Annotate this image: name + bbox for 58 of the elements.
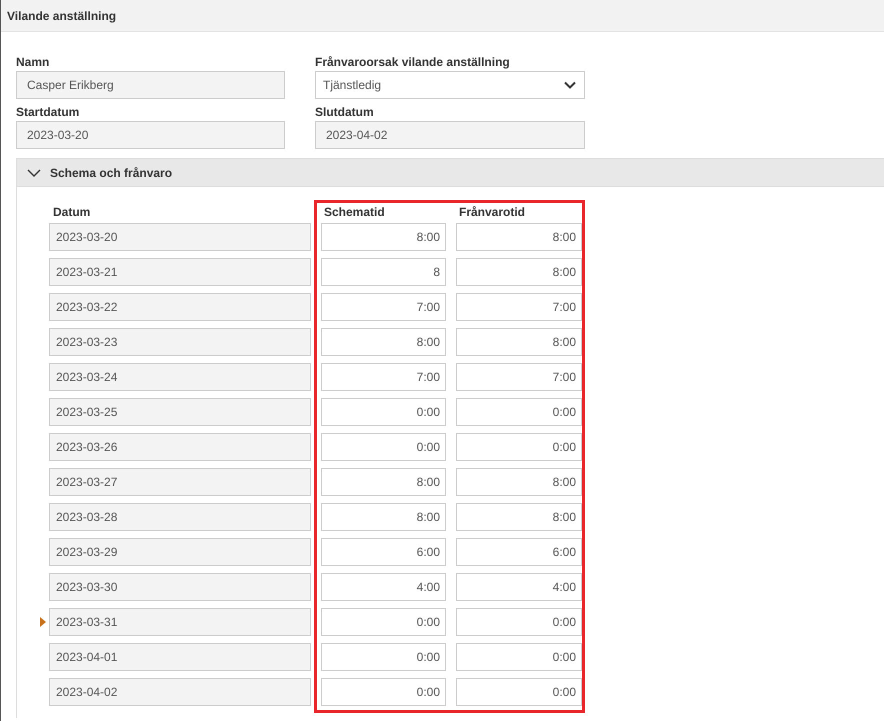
reason-dropdown[interactable]: Tjänstledig <box>315 71 585 99</box>
chevron-down-icon <box>564 81 576 89</box>
start-date-field[interactable]: 2023-03-20 <box>16 121 285 149</box>
date-field[interactable]: 2023-03-22 <box>49 293 311 321</box>
section-title: Schema och frånvaro <box>50 166 172 180</box>
field-label: Namn <box>16 54 50 71</box>
absence-time-field[interactable]: 7:00 <box>456 363 582 391</box>
date-field[interactable]: 2023-03-20 <box>49 223 311 251</box>
scheduled-time-field[interactable]: 8:00 <box>321 223 446 251</box>
scheduled-time-field[interactable]: 8 <box>321 258 446 286</box>
field-label: Frånvaroorsak vilande anställning <box>315 54 510 71</box>
date-field[interactable]: 2023-03-24 <box>49 363 311 391</box>
section-header[interactable]: Schema och frånvaro <box>17 159 884 187</box>
date-field[interactable]: 2023-03-29 <box>49 538 311 566</box>
panel-title: Vilande anställning <box>7 8 116 22</box>
absence-time-field[interactable]: 4:00 <box>456 573 582 601</box>
field-label: Startdatum <box>16 104 80 121</box>
date-field[interactable]: 2023-04-01 <box>49 643 311 671</box>
scheduled-time-field[interactable]: 8:00 <box>321 468 446 496</box>
absence-time-field[interactable]: 6:00 <box>456 538 582 566</box>
name-field[interactable]: Casper Erikberg <box>16 71 285 99</box>
chevron-down-icon <box>27 168 41 176</box>
scheduled-time-field[interactable]: 0:00 <box>321 678 446 706</box>
scheduled-time-field[interactable]: 0:00 <box>321 398 446 426</box>
scheduled-time-field[interactable]: 7:00 <box>321 363 446 391</box>
date-field[interactable]: 2023-03-26 <box>49 433 311 461</box>
absence-time-field[interactable]: 8:00 <box>456 468 582 496</box>
column-header: Datum <box>53 205 90 219</box>
absence-time-field[interactable]: 0:00 <box>456 678 582 706</box>
column-header: Schematid <box>324 205 385 219</box>
scheduled-time-field[interactable]: 7:00 <box>321 293 446 321</box>
absence-time-field[interactable]: 7:00 <box>456 293 582 321</box>
scheduled-time-field[interactable]: 0:00 <box>321 643 446 671</box>
absence-time-field[interactable]: 0:00 <box>456 643 582 671</box>
date-field[interactable]: 2023-03-23 <box>49 328 311 356</box>
absence-time-field[interactable]: 0:00 <box>456 398 582 426</box>
column-header: Frånvarotid <box>459 205 526 219</box>
absence-time-field[interactable]: 8:00 <box>456 258 582 286</box>
field-label: Slutdatum <box>315 104 374 121</box>
scheduled-time-field[interactable]: 8:00 <box>321 503 446 531</box>
date-field[interactable]: 2023-03-27 <box>49 468 311 496</box>
date-field[interactable]: 2023-03-21 <box>49 258 311 286</box>
end-date-field[interactable]: 2023-04-02 <box>315 121 585 149</box>
date-field[interactable]: 2023-04-02 <box>49 678 311 706</box>
absence-time-field[interactable]: 8:00 <box>456 223 582 251</box>
scheduled-time-field[interactable]: 8:00 <box>321 328 446 356</box>
absence-time-field[interactable]: 0:00 <box>456 608 582 636</box>
date-field[interactable]: 2023-03-25 <box>49 398 311 426</box>
date-field[interactable]: 2023-03-31 <box>49 608 311 636</box>
scheduled-time-field[interactable]: 0:00 <box>321 433 446 461</box>
scheduled-time-field[interactable]: 4:00 <box>321 573 446 601</box>
absence-time-field[interactable]: 8:00 <box>456 503 582 531</box>
date-field[interactable]: 2023-03-30 <box>49 573 311 601</box>
absence-time-field[interactable]: 8:00 <box>456 328 582 356</box>
absence-time-field[interactable]: 0:00 <box>456 433 582 461</box>
scheduled-time-field[interactable]: 6:00 <box>321 538 446 566</box>
date-field[interactable]: 2023-03-28 <box>49 503 311 531</box>
scheduled-time-field[interactable]: 0:00 <box>321 608 446 636</box>
